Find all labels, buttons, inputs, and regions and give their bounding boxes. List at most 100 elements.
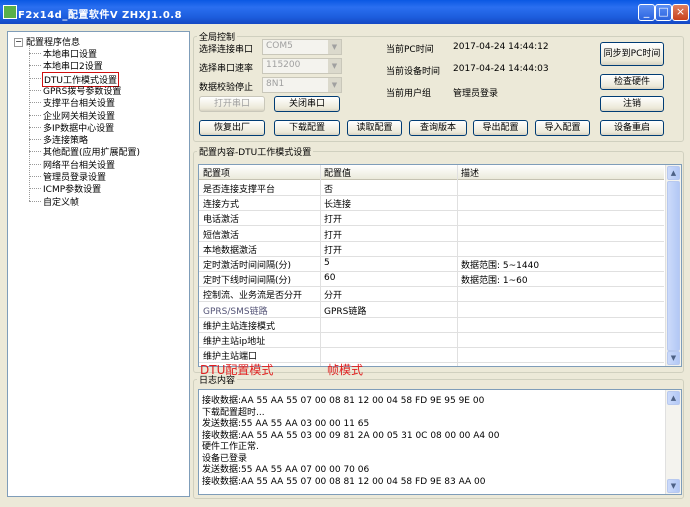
check-hardware-button[interactable]: 检查硬件	[600, 74, 664, 90]
table-row[interactable]: GPRS/SMS链路 GPRS链路	[199, 302, 664, 318]
chevron-down-icon[interactable]: ▼	[328, 78, 341, 92]
table-row[interactable]: 维护主站ip地址	[199, 332, 664, 348]
cell-item[interactable]: 本地数据激活	[203, 243, 257, 256]
log-line: 接收数据:AA 55 AA 55 07 00 08 81 12 00 04 58…	[202, 476, 486, 487]
tree-item[interactable]: 企业网关相关设置	[43, 109, 115, 122]
port-label: 选择连接串口	[199, 45, 254, 55]
tree-item[interactable]: 网络平台相关设置	[43, 158, 115, 171]
tree-item[interactable]: 本地串口2设置	[43, 59, 103, 72]
cell-value[interactable]: 分开	[324, 288, 342, 301]
table-row[interactable]: 本地数据激活 打开	[199, 241, 664, 257]
tree-connector	[29, 114, 41, 116]
tree-connector	[29, 176, 41, 177]
import-config-button[interactable]: 导入配置	[535, 120, 590, 136]
tree-connector	[29, 102, 41, 104]
table-row[interactable]: 控制流、业务流是否分开 分开	[199, 286, 664, 303]
scroll-thumb[interactable]	[667, 181, 680, 351]
tree-item[interactable]: ICMP参数设置	[43, 182, 101, 195]
cell-value[interactable]: 打开	[324, 212, 342, 225]
tree-connector	[29, 65, 41, 67]
download-config-button[interactable]: 下载配置	[274, 120, 340, 136]
tree-connector	[29, 44, 30, 201]
scroll-down-icon[interactable]: ▼	[667, 351, 680, 365]
cell-item[interactable]: 控制流、业务流是否分开	[203, 288, 302, 301]
cell-value[interactable]: 打开	[324, 228, 342, 241]
col-header-item[interactable]: 配置项	[203, 166, 230, 179]
user-group-label: 当前用户组	[386, 89, 432, 99]
tree-connector	[29, 163, 41, 165]
cell-item[interactable]: 维护主站连接模式	[203, 319, 275, 332]
maximize-button[interactable]: □	[655, 4, 672, 21]
cell-value[interactable]: 60	[324, 273, 335, 283]
tree-item[interactable]: 多连接策略	[43, 133, 88, 146]
log-scrollbar[interactable]: ▲ ▼	[665, 390, 681, 494]
table-row[interactable]: 维护主站连接模式	[199, 317, 664, 333]
tree-connector	[29, 126, 41, 128]
cell-item[interactable]: 电话激活	[203, 212, 239, 225]
sync-time-button[interactable]: 同步到PC时间	[600, 42, 664, 66]
export-config-button[interactable]: 导出配置	[473, 120, 528, 136]
scroll-down-icon[interactable]: ▼	[667, 479, 680, 493]
chevron-down-icon[interactable]: ▼	[328, 40, 341, 54]
read-config-button[interactable]: 读取配置	[347, 120, 402, 136]
cell-item[interactable]: GPRS/SMS链路	[203, 304, 268, 317]
close-port-button[interactable]: 关闭串口	[274, 96, 340, 112]
minimize-button[interactable]: _	[638, 4, 655, 21]
table-row[interactable]: 是否连接支撑平台 否	[199, 180, 664, 196]
tree-item[interactable]: 本地串口设置	[43, 47, 97, 60]
tree-item[interactable]: 自定义帧	[43, 195, 79, 208]
cell-value[interactable]: GPRS链路	[324, 304, 366, 317]
log-legend: 日志内容	[199, 376, 236, 386]
query-version-button[interactable]: 查询版本	[409, 120, 467, 136]
close-button[interactable]: ×	[672, 4, 689, 21]
config-grid[interactable]: 配置项 配置值 描述 是否连接支撑平台否连接方式 长连接 电话激活 打开 短信激活 打开本…	[198, 164, 682, 367]
cell-desc[interactable]: 数据范围: 1~60	[461, 273, 528, 286]
table-row[interactable]: 定时激活时间间隔(分) 5 数据范围: 5~1440	[199, 256, 664, 272]
scroll-up-icon[interactable]: ▲	[667, 391, 680, 405]
parity-select-value: 8N1	[266, 79, 285, 89]
cell-desc[interactable]: 数据范围: 5~1440	[461, 258, 539, 271]
cell-value[interactable]: 否	[324, 182, 333, 195]
reboot-button[interactable]: 设备重启	[600, 120, 664, 136]
tree-connector	[29, 188, 41, 190]
config-tree[interactable]: − 配置程序信息 本地串口设置 本地串口2设置 DTU工作模式设置 GPRS拨号参数设置…	[7, 31, 190, 497]
cell-value[interactable]: 长连接	[324, 197, 351, 210]
baud-select[interactable]: 115200 ▼	[262, 58, 342, 74]
log-textarea[interactable]: 接收数据:AA 55 AA 55 07 00 08 81 12 00 04 58…	[198, 389, 682, 495]
tree-item[interactable]: 多IP数据中心设置	[43, 121, 114, 134]
tree-item[interactable]: 支撑平台相关设置	[43, 96, 115, 109]
tree-item[interactable]: GPRS拨号参数设置	[43, 84, 121, 97]
table-row[interactable]: 短信激活 打开	[199, 226, 664, 242]
port-select[interactable]: COM5 ▼	[262, 39, 342, 55]
table-row[interactable]: 定时下线时间间隔(分) 60 数据范围: 1~60	[199, 271, 664, 288]
grid-scrollbar[interactable]: ▲ ▼	[665, 165, 681, 366]
tree-item[interactable]: 其他配置(应用扩展配置)	[43, 145, 140, 158]
col-header-value[interactable]: 配置值	[324, 166, 351, 179]
open-port-button[interactable]: 打开串口	[199, 96, 265, 112]
app-icon	[3, 5, 17, 19]
cell-item[interactable]: 定时下线时间间隔(分)	[203, 273, 291, 286]
tree-item[interactable]: 管理员登录设置	[43, 170, 106, 183]
collapse-icon[interactable]: −	[14, 38, 23, 47]
cell-value[interactable]: 5	[324, 258, 330, 268]
cell-item[interactable]: 连接方式	[203, 197, 239, 210]
cell-value[interactable]: 打开	[324, 243, 342, 256]
cell-item[interactable]: 短信激活	[203, 228, 239, 241]
chevron-down-icon[interactable]: ▼	[328, 59, 341, 73]
title-bar[interactable]: F2x14d_配置软件V ZHXJ1.0.8 _ □ ×	[0, 0, 690, 24]
cell-item[interactable]: 定时激活时间间隔(分)	[203, 258, 291, 271]
baud-label: 选择串口速率	[199, 64, 254, 74]
config-content-legend: 配置内容-DTU工作模式设置	[199, 148, 312, 158]
tree-connector	[29, 139, 41, 141]
col-header-desc[interactable]: 描述	[461, 166, 479, 179]
logout-button[interactable]: 注销	[600, 96, 664, 112]
cell-item[interactable]: 是否连接支撑平台	[203, 182, 275, 195]
parity-select[interactable]: 8N1 ▼	[262, 77, 342, 93]
device-time-value: 2017-04-24 14:44:03	[453, 64, 549, 74]
factory-reset-button[interactable]: 恢复出厂	[199, 120, 265, 136]
table-row[interactable]: 电话激活 打开	[199, 210, 664, 227]
cell-item[interactable]: 维护主站ip地址	[203, 334, 265, 347]
window-title: F2x14d_配置软件V ZHXJ1.0.8	[18, 10, 183, 21]
scroll-up-icon[interactable]: ▲	[667, 166, 680, 180]
table-row[interactable]: 连接方式 长连接	[199, 195, 664, 212]
